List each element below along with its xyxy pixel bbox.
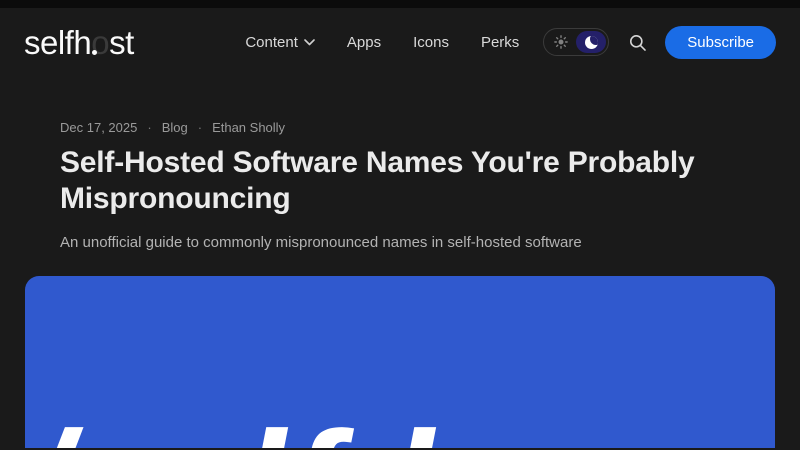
article-category: Blog: [162, 120, 188, 135]
moon-toggle-pill: [576, 31, 606, 53]
moon-icon: [585, 36, 598, 49]
theme-toggle[interactable]: [543, 28, 609, 56]
meta-separator: ·: [198, 120, 202, 135]
hero-pronunciation-text: /sɛlf hoʊst/: [25, 408, 775, 448]
search-button[interactable]: [625, 30, 649, 54]
subscribe-button[interactable]: Subscribe: [665, 26, 776, 59]
logo-text-left: selfh: [24, 26, 91, 59]
logo-dot: [92, 50, 97, 55]
logo-ghost-o: o: [91, 26, 109, 59]
article-author: Ethan Sholly: [212, 120, 285, 135]
nav-item-perks[interactable]: Perks: [481, 34, 519, 51]
article-date: Dec 17, 2025: [60, 120, 137, 135]
article-meta: Dec 17, 2025 · Blog · Ethan Sholly: [60, 120, 775, 135]
site-logo[interactable]: selfhost: [24, 26, 134, 59]
site-header: selfhost Content Apps Icons Perks: [0, 8, 800, 76]
article-page: Dec 17, 2025 · Blog · Ethan Sholly Self-…: [0, 76, 800, 448]
window-top-strip: [0, 0, 800, 8]
nav-item-content[interactable]: Content: [245, 34, 315, 51]
nav-item-icons[interactable]: Icons: [413, 34, 449, 51]
hero-image: /sɛlf hoʊst/: [25, 276, 775, 448]
page-title: Self-Hosted Software Names You're Probab…: [60, 145, 700, 217]
article-subtitle: An unofficial guide to commonly misprono…: [60, 233, 775, 253]
logo-text-right: st: [109, 26, 134, 59]
search-icon: [628, 33, 647, 52]
main-nav: Content Apps Icons Perks: [245, 34, 519, 51]
meta-separator: ·: [147, 120, 151, 135]
header-actions: Subscribe: [543, 26, 776, 59]
chevron-down-icon: [304, 39, 315, 46]
nav-item-apps[interactable]: Apps: [347, 34, 381, 51]
sun-icon: [546, 31, 576, 53]
